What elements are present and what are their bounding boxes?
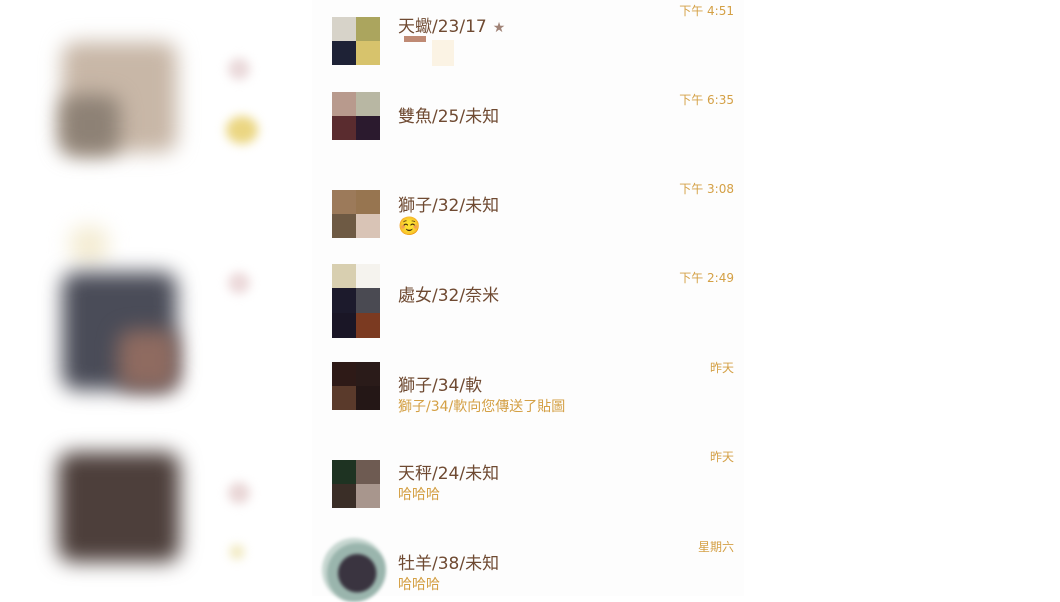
chat-name: 天秤/24/未知	[398, 464, 500, 484]
chat-time: 昨天	[709, 361, 734, 375]
avatar	[332, 190, 380, 238]
chat-last-message: 獅子/34/軟向您傳送了貼圖	[398, 399, 566, 415]
chat-last-message: 哈哈哈	[398, 577, 440, 593]
sticker-thumbnail	[432, 40, 454, 66]
chat-time: 下午 6:35	[679, 93, 734, 107]
chat-name: 牡羊/38/未知	[398, 554, 500, 574]
avatar	[332, 460, 380, 508]
avatar	[332, 264, 380, 338]
avatar	[332, 362, 380, 410]
chat-row[interactable]: 獅子/34/軟 獅子/34/軟向您傳送了貼圖 昨天	[312, 356, 744, 444]
chat-row[interactable]: 獅子/32/未知 ☺️ 下午 3:08	[312, 178, 744, 266]
chat-name: 獅子/34/軟	[398, 376, 483, 396]
chat-time: 下午 4:51	[679, 4, 734, 18]
chat-row[interactable]: 牡羊/38/未知 哈哈哈 星期六	[312, 536, 744, 602]
chat-row[interactable]: 處女/32/奈米 下午 2:49	[312, 264, 744, 352]
avatar	[332, 92, 380, 140]
chat-time: 昨天	[709, 450, 734, 464]
star-icon: ★	[492, 20, 506, 36]
chat-last-message: 哈哈哈	[398, 487, 440, 503]
sticker-thumbnail	[404, 36, 426, 42]
chat-row[interactable]: 天秤/24/未知 哈哈哈 昨天	[312, 446, 744, 534]
avatar	[332, 17, 380, 65]
chat-row[interactable]: 天蠍/23/17 ★ 下午 4:51	[312, 0, 744, 88]
chat-time: 下午 2:49	[679, 271, 734, 285]
avatar	[322, 538, 386, 602]
blurred-background	[0, 0, 310, 596]
chat-name: 天蠍/23/17 ★	[398, 17, 506, 37]
chat-time: 星期六	[697, 540, 734, 554]
chat-name: 處女/32/奈米	[398, 286, 500, 306]
chat-name: 雙魚/25/未知	[398, 107, 500, 127]
chat-row[interactable]: 雙魚/25/未知 下午 6:35	[312, 88, 744, 176]
chat-name: 獅子/32/未知	[398, 196, 500, 216]
chat-time: 下午 3:08	[679, 182, 734, 196]
chat-list: 天蠍/23/17 ★ 下午 4:51 雙魚/25/未知 下午 6:35 獅子/32…	[312, 0, 744, 602]
message-emoji: ☺️	[398, 216, 421, 237]
